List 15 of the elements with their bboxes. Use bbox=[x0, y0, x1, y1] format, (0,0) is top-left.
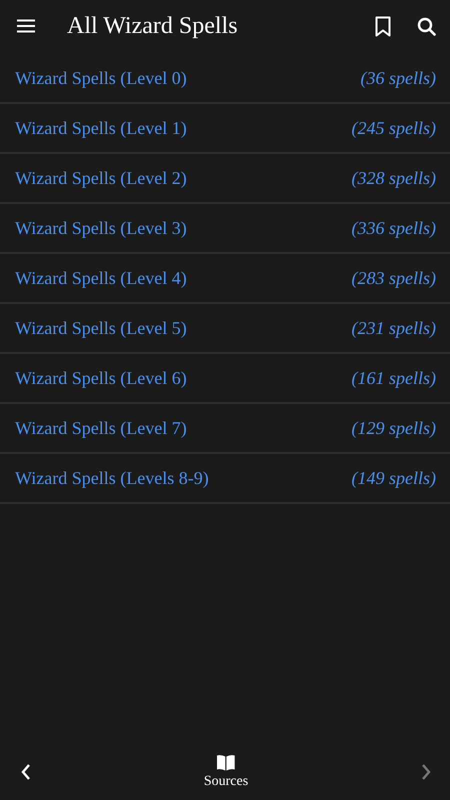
spell-list-row[interactable]: Wizard Spells (Level 3) (336 spells) bbox=[0, 204, 450, 254]
spell-list-row[interactable]: Wizard Spells (Level 7) (129 spells) bbox=[0, 404, 450, 454]
search-icon[interactable] bbox=[417, 16, 436, 36]
spell-list-row[interactable]: Wizard Spells (Level 1) (245 spells) bbox=[0, 104, 450, 154]
spell-list-row[interactable]: Wizard Spells (Levels 8-9) (149 spells) bbox=[0, 454, 450, 504]
menu-icon[interactable] bbox=[16, 19, 36, 33]
spell-list-row[interactable]: Wizard Spells (Level 0) (36 spells) bbox=[0, 54, 450, 104]
spell-list-row[interactable]: Wizard Spells (Level 5) (231 spells) bbox=[0, 304, 450, 354]
spell-list-row[interactable]: Wizard Spells (Level 6) (161 spells) bbox=[0, 354, 450, 404]
sources-button[interactable]: Sources bbox=[204, 754, 248, 790]
app-title: All Wizard Spells bbox=[67, 12, 239, 40]
bookmark-icon[interactable] bbox=[375, 16, 391, 36]
spell-list-row[interactable]: Wizard Spells (Level 2) (328 spells) bbox=[0, 154, 450, 204]
book-icon bbox=[216, 754, 236, 771]
spell-list-row[interactable]: Wizard Spells (Level 4) (283 spells) bbox=[0, 254, 450, 304]
